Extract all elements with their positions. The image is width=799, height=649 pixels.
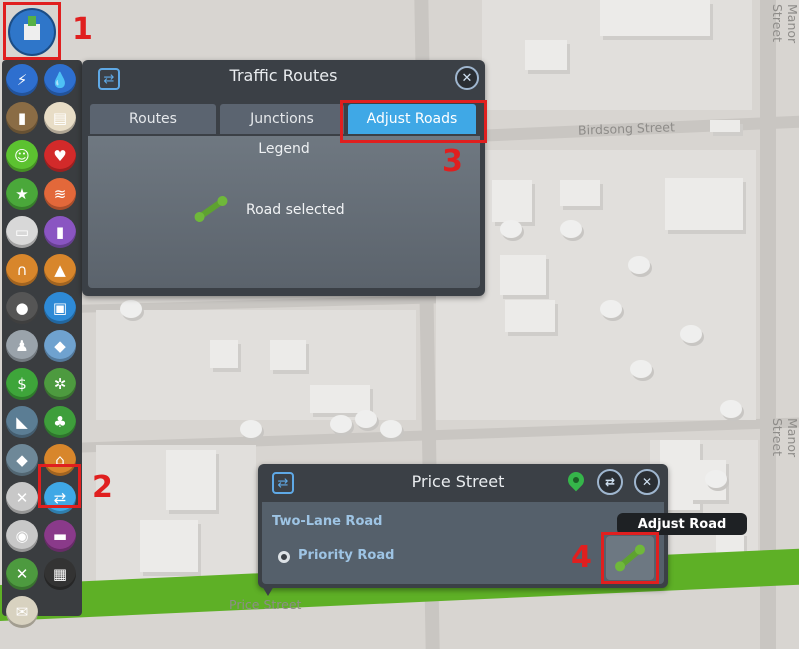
street-label-manor-top: Manor Street <box>770 4 799 44</box>
education-icon: ▤ <box>52 109 68 127</box>
ferry-icon: ▬ <box>52 527 68 545</box>
annotation-box-1 <box>3 2 61 60</box>
tourism-button[interactable]: ◣ <box>6 406 38 438</box>
tools-icon: ✕ <box>15 489 29 507</box>
road-type-label: Two-Lane Road <box>272 514 383 529</box>
road-name-title: Price Street <box>411 472 505 491</box>
industry-icon: ▦ <box>52 565 68 583</box>
education-button[interactable]: ▤ <box>44 102 76 134</box>
transport-button[interactable]: ▣ <box>44 292 76 324</box>
natural-resources-button[interactable]: ♣ <box>44 406 76 438</box>
heating-icon: ◆ <box>54 337 66 355</box>
economy-icon: $ <box>17 375 27 393</box>
happiness-button[interactable]: ☺ <box>6 140 38 172</box>
annotation-number-1: 1 <box>72 12 93 47</box>
landvalue-icon: ★ <box>15 185 29 203</box>
terrain-icon: ◆ <box>16 451 28 469</box>
panel-pointer <box>262 586 274 596</box>
priority-road-label[interactable]: Priority Road <box>298 548 394 563</box>
crime-icon: ● <box>15 299 29 317</box>
resources-icon: ✲ <box>53 375 67 393</box>
happiness-icon: ☺ <box>14 147 30 165</box>
tourism-icon: ◣ <box>16 413 28 431</box>
wind-button[interactable]: ≋ <box>44 178 76 210</box>
annotation-number-3: 3 <box>442 144 463 179</box>
traffic-routes-icon: ⇄ <box>272 472 294 494</box>
annotation-box-4 <box>601 532 659 584</box>
tourist-icon: ◉ <box>15 527 29 545</box>
heating-button[interactable]: ◆ <box>44 330 76 362</box>
pollution-icon: ▮ <box>55 223 65 241</box>
info-view-toolbar: ⚡ 💧 ▮ ▤ ☺ ♥ ★ ≋ ▭ ▮ ∩ ▲ ● ▣ ♟ ◆ $ ✲ ◣ ♣ ◆ ⌂ ✕ ⇄ ◉ ▬ ✕ ▦ ✉ <box>2 60 82 628</box>
resources-button[interactable]: ✲ <box>44 368 76 400</box>
wind-icon: ≋ <box>53 185 67 203</box>
tab-routes[interactable]: Routes <box>90 104 216 134</box>
water-icon: 💧 <box>50 71 70 89</box>
traffic-routes-panel: ⇄ Traffic Routes ✕ Routes Junctions Adju… <box>82 60 485 296</box>
traffic-icon: ▭ <box>14 223 30 241</box>
tab-junctions[interactable]: Junctions <box>220 104 344 134</box>
legend-label-road-selected: Road selected <box>246 202 345 218</box>
noise-icon: ∩ <box>16 261 28 279</box>
street-label-birdsong: Birdsong Street <box>577 119 676 138</box>
health-icon: ♥ <box>53 147 67 165</box>
population-icon: ♟ <box>15 337 29 355</box>
street-label-manor-bottom: Manor Street <box>770 418 799 458</box>
landvalue-button[interactable]: ★ <box>6 178 38 210</box>
garbage-icon: ▮ <box>17 109 27 127</box>
annotation-number-2: 2 <box>92 470 113 505</box>
electricity-button[interactable]: ⚡ <box>6 64 38 96</box>
legend-title: Legend <box>258 141 310 157</box>
priority-road-radio[interactable] <box>278 551 290 563</box>
electricity-icon: ⚡ <box>16 71 28 89</box>
crime-button[interactable]: ● <box>6 292 38 324</box>
garbage-button[interactable]: ▮ <box>6 102 38 134</box>
road-maintenance-icon: ✕ <box>15 565 29 583</box>
ferry-button[interactable]: ▬ <box>44 520 76 552</box>
industry-button[interactable]: ▦ <box>44 558 76 590</box>
fire-icon: ▲ <box>54 261 66 279</box>
natural-resources-icon: ♣ <box>53 413 67 431</box>
terrain-button[interactable]: ◆ <box>6 444 38 476</box>
annotation-number-4: 4 <box>571 540 592 575</box>
close-button[interactable]: ✕ <box>634 469 660 495</box>
mail-icon: ✉ <box>15 603 29 621</box>
traffic-button[interactable]: ▭ <box>6 216 38 248</box>
road-selected-icon <box>196 197 226 221</box>
routes-toggle-button[interactable]: ⇄ <box>597 469 623 495</box>
transport-icon: ▣ <box>52 299 68 317</box>
legend-area: Legend Road selected <box>88 136 480 288</box>
tourist-button[interactable]: ◉ <box>6 520 38 552</box>
economy-button[interactable]: $ <box>6 368 38 400</box>
road-maintenance-button[interactable]: ✕ <box>6 558 38 590</box>
fire-button[interactable]: ▲ <box>44 254 76 286</box>
water-button[interactable]: 💧 <box>44 64 76 96</box>
population-button[interactable]: ♟ <box>6 330 38 362</box>
mail-button[interactable]: ✉ <box>6 596 38 628</box>
close-button[interactable]: ✕ <box>455 66 479 90</box>
street-label-price: Price Street <box>229 597 302 612</box>
panel-title: Traffic Routes <box>229 66 338 85</box>
locate-button[interactable] <box>564 468 588 494</box>
pollution-button[interactable]: ▮ <box>44 216 76 248</box>
annotation-box-2 <box>38 464 81 508</box>
tools-button[interactable]: ✕ <box>6 482 38 514</box>
health-button[interactable]: ♥ <box>44 140 76 172</box>
annotation-box-3 <box>340 100 487 143</box>
noise-button[interactable]: ∩ <box>6 254 38 286</box>
